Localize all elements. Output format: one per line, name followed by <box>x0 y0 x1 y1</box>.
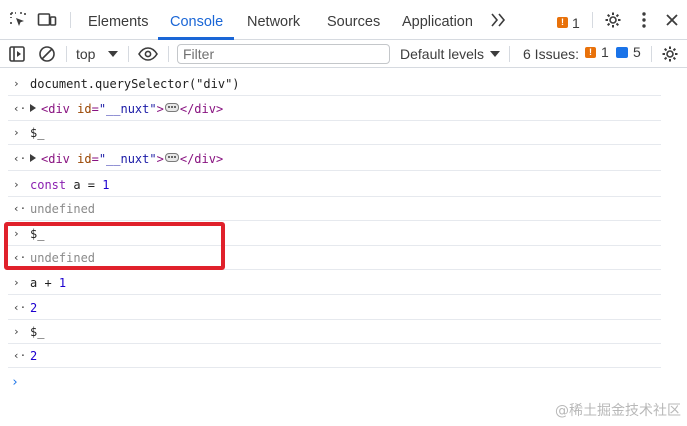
input-arrow-icon: › <box>13 126 20 139</box>
chevron-down-icon[interactable] <box>490 51 500 57</box>
console-input-row[interactable]: › document.querySelector("div") <box>0 72 687 96</box>
console-toolbar: top Default levels 6 Issues: <box>0 40 687 68</box>
console-input: const a = 1 <box>30 178 110 192</box>
warning-issues-icon[interactable]: ! <box>557 17 568 28</box>
output-arrow-icon: ‹· <box>13 102 27 115</box>
input-arrow-icon: › <box>13 178 20 191</box>
console-prompt[interactable]: › <box>11 375 19 390</box>
output-arrow-icon: ‹· <box>13 301 27 314</box>
element-node[interactable]: <div id="__nuxt"> </div> <box>30 101 223 117</box>
input-arrow-icon: › <box>13 325 20 338</box>
warning-icon[interactable]: ! <box>585 47 596 58</box>
input-arrow-icon: › <box>13 276 20 289</box>
output-arrow-icon: ‹· <box>13 152 27 165</box>
filter-input[interactable] <box>177 44 390 64</box>
console-input: $_ <box>30 325 45 339</box>
output-arrow-icon: ‹· <box>13 349 27 362</box>
console-input: a + 1 <box>30 276 67 290</box>
console-input-row[interactable]: › $_ <box>0 320 687 344</box>
context-selector[interactable]: top <box>76 43 95 65</box>
log-levels-dropdown[interactable]: Default levels <box>400 43 484 65</box>
divider <box>592 12 593 28</box>
close-icon[interactable] <box>662 10 682 30</box>
inspect-element-icon[interactable] <box>8 10 28 30</box>
device-toolbar-icon[interactable] <box>37 10 57 30</box>
console-output-row[interactable]: ‹· undefined <box>0 197 687 221</box>
console-input: $_ <box>30 126 45 140</box>
divider <box>66 46 67 62</box>
tab-network[interactable]: Network <box>247 0 300 40</box>
tab-application[interactable]: Application <box>402 0 473 40</box>
tab-elements[interactable]: Elements <box>88 0 148 40</box>
console-output-value: undefined <box>30 202 96 216</box>
ellipsis-icon[interactable] <box>164 103 179 112</box>
more-options-icon[interactable] <box>634 10 654 30</box>
issues-label[interactable]: 6 Issues: <box>523 44 579 64</box>
console-output-value: 2 <box>30 349 38 363</box>
console-output-row[interactable]: ‹· <div id="__nuxt"> </div> <box>0 97 687 121</box>
highlight-box <box>4 222 225 270</box>
expand-triangle-icon[interactable] <box>30 104 36 112</box>
info-message-icon[interactable] <box>616 47 628 58</box>
console-output-value: 2 <box>30 301 38 315</box>
output-arrow-icon: ‹· <box>13 202 27 215</box>
gear-icon[interactable] <box>603 10 623 30</box>
eye-icon[interactable] <box>138 44 158 64</box>
divider <box>651 46 652 62</box>
expand-triangle-icon[interactable] <box>30 154 36 162</box>
divider <box>168 46 169 62</box>
console-output-row[interactable]: ‹· 2 <box>0 344 687 368</box>
clear-console-icon[interactable] <box>37 44 57 64</box>
sidebar-toggle-icon[interactable] <box>7 44 27 64</box>
info-count[interactable]: 5 <box>633 44 641 60</box>
warning-count[interactable]: 1 <box>601 44 609 60</box>
console-input-row[interactable]: › a + 1 <box>0 271 687 295</box>
ellipsis-icon[interactable] <box>164 153 179 162</box>
element-node[interactable]: <div id="__nuxt"> </div> <box>30 151 223 167</box>
devtools-tabbar: Elements Console Network Sources Applica… <box>0 0 687 40</box>
issues-count[interactable]: 1 <box>572 15 580 31</box>
tab-console[interactable]: Console <box>170 0 223 40</box>
console-output-row[interactable]: ‹· <div id="__nuxt"> </div> <box>0 147 687 171</box>
watermark: @稀土掘金技术社区 <box>555 403 681 419</box>
divider <box>70 12 71 28</box>
console-output-row[interactable]: ‹· 2 <box>0 296 687 320</box>
console-input-row[interactable]: › $_ <box>0 121 687 145</box>
console-input-row[interactable]: › const a = 1 <box>0 173 687 197</box>
chevron-down-icon[interactable] <box>108 51 118 57</box>
divider <box>509 46 510 62</box>
input-arrow-icon: › <box>13 77 20 90</box>
divider <box>128 46 129 62</box>
more-tabs-icon[interactable] <box>489 11 507 29</box>
console-input: document.querySelector("div") <box>30 77 240 91</box>
console-settings-gear-icon[interactable] <box>660 44 680 64</box>
tab-sources[interactable]: Sources <box>327 0 380 40</box>
